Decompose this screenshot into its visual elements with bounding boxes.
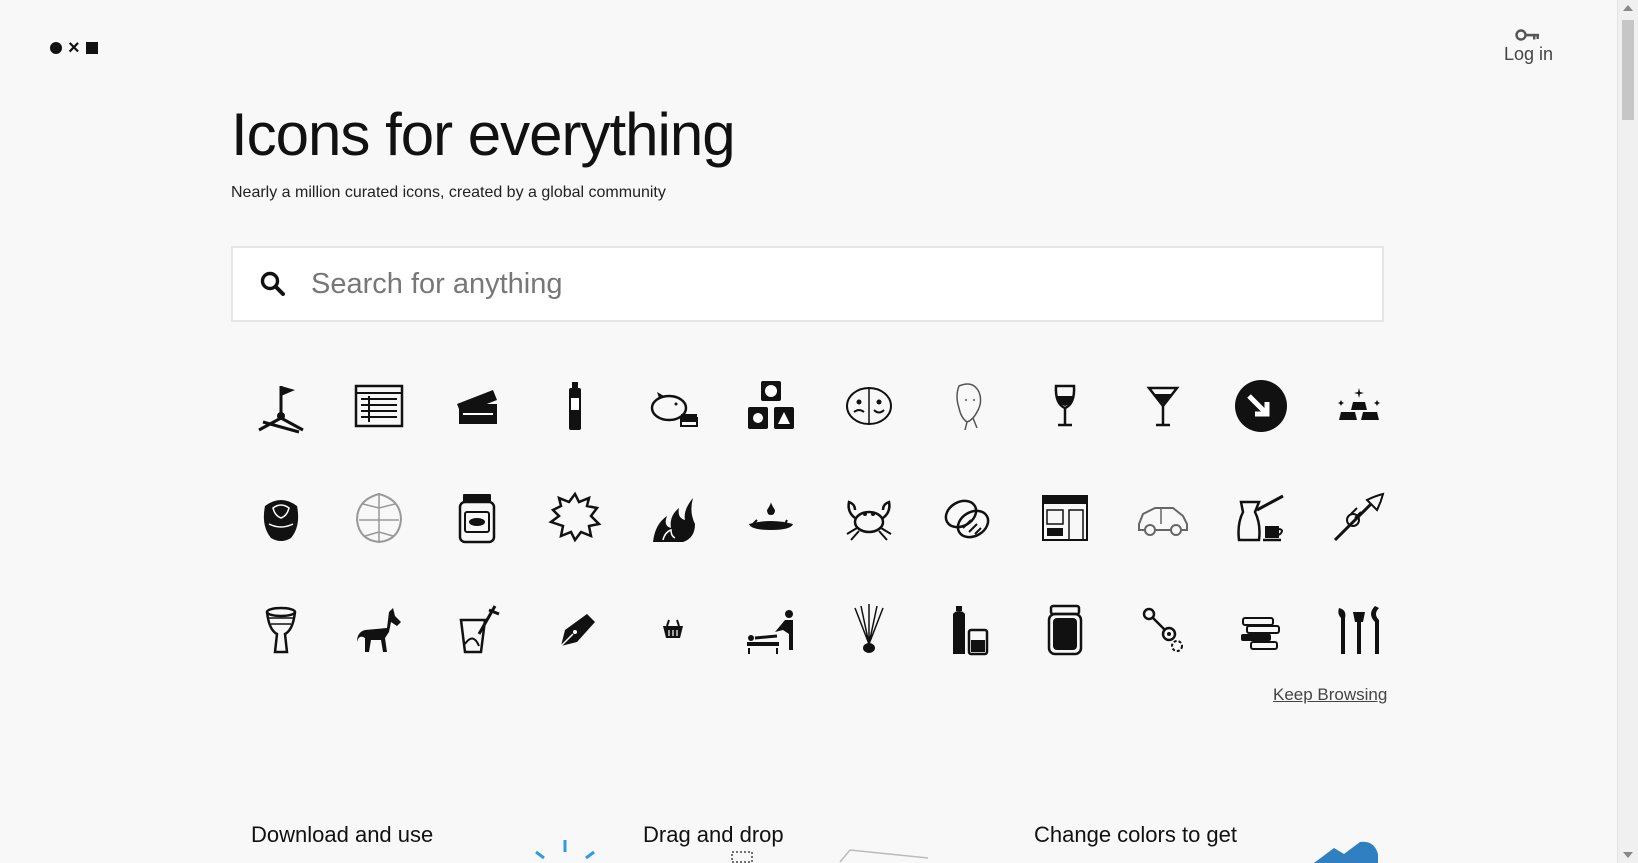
djembe-drum-icon[interactable] xyxy=(232,574,330,686)
theater-masks-icon[interactable] xyxy=(820,350,918,462)
feature-download: Download and use xyxy=(251,822,434,847)
scroll-down-arrow-icon[interactable] xyxy=(1623,852,1633,858)
blender-icon[interactable] xyxy=(428,574,526,686)
page-subtitle: Nearly a million curated icons, created … xyxy=(231,184,666,201)
feature-change-colors: Change colors to get xyxy=(1034,822,1238,847)
wine-glass-icon[interactable] xyxy=(1016,350,1114,462)
martini-glass-icon[interactable] xyxy=(1114,350,1212,462)
drag-illustration xyxy=(731,849,929,863)
icon-grid xyxy=(232,350,1385,686)
speech-burst-icon[interactable] xyxy=(526,462,624,574)
fire-icon[interactable] xyxy=(624,462,722,574)
pen-nib-icon[interactable] xyxy=(526,574,624,686)
search-bar[interactable] xyxy=(231,246,1384,322)
flag-on-pole-icon[interactable] xyxy=(232,350,330,462)
mason-jar-icon[interactable] xyxy=(1016,574,1114,686)
woman-face-icon[interactable] xyxy=(918,350,1016,462)
horse-icon[interactable] xyxy=(330,574,428,686)
oil-spill-icon[interactable] xyxy=(722,462,820,574)
shuttlecock-icon[interactable] xyxy=(820,574,918,686)
ticket-icon[interactable] xyxy=(428,350,526,462)
basket-icon[interactable] xyxy=(624,574,722,686)
sparkle-illustration xyxy=(535,840,595,860)
storefront-icon[interactable] xyxy=(1016,462,1114,574)
crab-icon[interactable] xyxy=(820,462,918,574)
key-icon xyxy=(1515,29,1540,41)
bread-icon[interactable] xyxy=(918,462,1016,574)
monstera-leaf-icon[interactable] xyxy=(330,462,428,574)
massage-icon[interactable] xyxy=(722,574,820,686)
mountain-illustration xyxy=(1314,841,1378,863)
spreadsheet-window-icon[interactable] xyxy=(330,350,428,462)
logo-cross: × xyxy=(68,37,80,59)
brand-logo[interactable]: × xyxy=(50,37,98,59)
key-ring-icon[interactable] xyxy=(1114,574,1212,686)
arrow-circle-icon[interactable] xyxy=(1212,350,1310,462)
stacked-books-icon[interactable] xyxy=(1212,574,1310,686)
page-title: Icons for everything xyxy=(231,101,736,168)
logo-square xyxy=(85,42,98,54)
gold-bars-icon[interactable] xyxy=(1310,350,1408,462)
login-label: Log in xyxy=(1503,44,1553,64)
page-scrollbar[interactable] xyxy=(1617,0,1638,863)
search-input[interactable] xyxy=(309,266,1382,302)
tools-icon[interactable] xyxy=(1310,574,1408,686)
bottle-icon[interactable] xyxy=(526,350,624,462)
rose-icon[interactable] xyxy=(232,462,330,574)
feature-drag-drop: Drag and drop xyxy=(643,822,784,847)
login-button[interactable]: Log in xyxy=(1504,28,1553,65)
scrollbar-thumb[interactable] xyxy=(1622,20,1634,120)
bottle-and-cup-icon[interactable] xyxy=(918,574,1016,686)
trumpet-icon[interactable] xyxy=(1310,462,1408,574)
jar-icon[interactable] xyxy=(428,462,526,574)
shape-blocks-icon[interactable] xyxy=(722,350,820,462)
logo-dot xyxy=(50,42,62,54)
keep-browsing-link[interactable]: Keep Browsing xyxy=(1273,685,1387,705)
car-icon[interactable] xyxy=(1114,462,1212,574)
coffee-pot-icon[interactable] xyxy=(1212,462,1310,574)
scroll-up-arrow-icon[interactable] xyxy=(1623,5,1633,11)
piggy-bank-icon[interactable] xyxy=(624,350,722,462)
search-icon[interactable] xyxy=(259,270,287,298)
